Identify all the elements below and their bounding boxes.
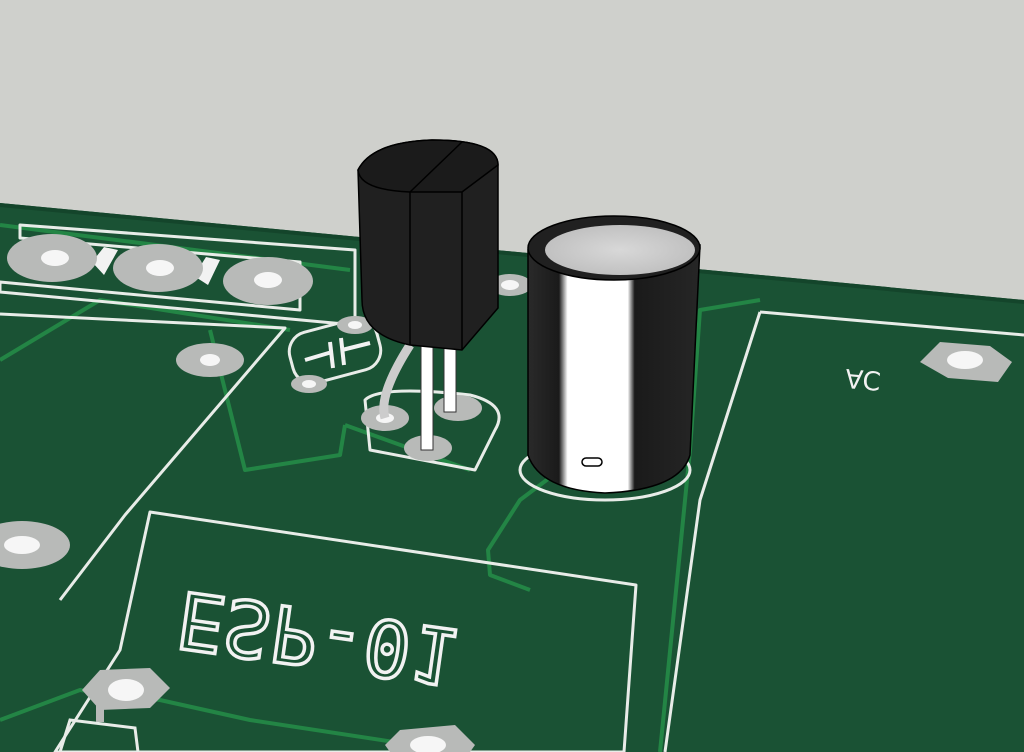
ac-label: AC xyxy=(844,362,882,395)
pad xyxy=(176,343,244,377)
pcb-3d-view: ESP-01 AC xyxy=(0,0,1024,752)
pad xyxy=(291,375,327,393)
pad xyxy=(113,244,203,292)
pad xyxy=(223,257,313,305)
pad xyxy=(434,395,482,421)
electrolytic-capacitor xyxy=(527,215,701,494)
pad xyxy=(7,234,97,282)
polarity-mark xyxy=(581,457,603,467)
